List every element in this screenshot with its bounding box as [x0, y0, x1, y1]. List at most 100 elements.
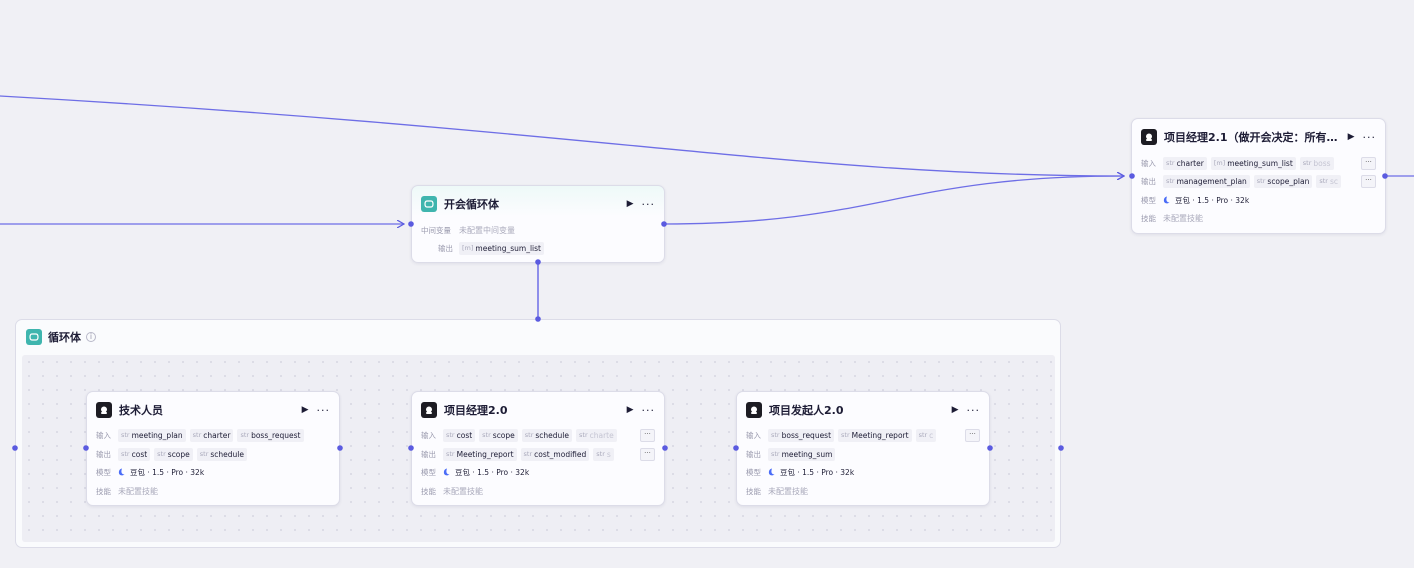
loop-icon: [26, 329, 42, 345]
run-icon[interactable]: ▶: [302, 405, 309, 415]
run-icon[interactable]: ▶: [627, 405, 634, 415]
bot-icon: [96, 402, 112, 418]
input-tag: str boss: [1299, 156, 1334, 170]
tag-text: cost: [456, 430, 473, 440]
node-pm20[interactable]: 项目经理2.0 ▶ ··· 输入 str cost str scope str sch…: [411, 391, 665, 506]
type-badge: str: [524, 431, 534, 439]
model-value: 豆包 · 1.5 · Pro · 32k: [768, 467, 854, 478]
tag-text: Meeting_report: [456, 449, 514, 459]
output-row: 输出 str cost str scope str schedule: [96, 447, 330, 461]
output-label: 输出: [746, 449, 761, 459]
skill-value: 未配置技能: [118, 486, 158, 496]
model-label: 模型: [421, 467, 436, 477]
output-label: 输出: [438, 243, 453, 253]
node-title: 技术人员: [119, 404, 163, 417]
output-label: 输出: [96, 449, 111, 459]
input-tag: str scope: [479, 428, 518, 442]
node-title: 项目发起人2.0: [769, 404, 844, 417]
doubao-logo-icon: [443, 468, 450, 476]
type-badge: str: [1166, 159, 1175, 167]
type-badge: str: [192, 431, 202, 439]
more-icon[interactable]: ···: [967, 404, 981, 417]
node-tech-staff[interactable]: 技术人员 ▶ ··· 输入 str meeting_plan str charter…: [86, 391, 340, 506]
more-inputs-button[interactable]: ···: [640, 428, 655, 442]
more-outputs-button[interactable]: ···: [1361, 174, 1376, 188]
model-name: 豆包 · 1.5 · Pro · 32k: [455, 467, 530, 477]
output-tag: str sc: [1316, 174, 1341, 188]
skill-row: 技能 未配置技能: [746, 484, 980, 498]
model-name: 豆包 · 1.5 · Pro · 32k: [780, 467, 855, 477]
variable-label: 中间变量: [421, 225, 451, 235]
output-row: 输出 str meeting_sum: [746, 447, 980, 461]
more-icon[interactable]: ···: [642, 404, 656, 417]
model-label: 模型: [1141, 195, 1156, 205]
input-label: 输入: [1141, 158, 1156, 168]
tag-text: Meeting_report: [851, 430, 909, 440]
type-badge: str: [523, 450, 533, 458]
output-tag: str cost_modified: [520, 447, 590, 461]
model-name: 豆包 · 1.5 · Pro · 32k: [130, 467, 205, 477]
output-tag: str s: [593, 447, 614, 461]
type-badge: str: [771, 431, 780, 439]
output-label: 输出: [1141, 176, 1156, 186]
input-tag: str charter: [1163, 156, 1207, 170]
more-inputs-button[interactable]: ···: [965, 428, 980, 442]
model-row: 模型 豆包 · 1.5 · Pro · 32k: [421, 465, 655, 479]
tag-text: meeting_plan: [131, 430, 183, 440]
output-tag: str schedule: [196, 447, 248, 461]
model-value: 豆包 · 1.5 · Pro · 32k: [443, 467, 529, 478]
tag-text: scope_plan: [1267, 176, 1310, 186]
more-outputs-button[interactable]: ···: [640, 447, 655, 461]
type-badge: [m]: [462, 244, 474, 252]
tag-text: c: [929, 430, 934, 440]
bot-icon: [746, 402, 762, 418]
type-badge: str: [771, 450, 780, 458]
tag-text: s: [606, 449, 611, 459]
type-badge: str: [1256, 177, 1266, 185]
type-badge: [m]: [1213, 159, 1226, 167]
skill-row: 技能 未配置技能: [96, 484, 330, 498]
output-row: 输出 str management_plan str scope_plan str s…: [1141, 174, 1376, 188]
skill-row: 技能 未配置技能: [421, 484, 655, 498]
output-tag: str Meeting_report: [443, 447, 517, 461]
input-row: 输入 str cost str scope str schedule str chart…: [421, 428, 655, 442]
info-icon[interactable]: i: [86, 332, 96, 342]
run-icon[interactable]: ▶: [1348, 132, 1355, 142]
more-icon[interactable]: ···: [642, 198, 656, 211]
skill-label: 技能: [96, 486, 111, 496]
model-name: 豆包 · 1.5 · Pro · 32k: [1175, 195, 1250, 205]
more-icon[interactable]: ···: [317, 404, 331, 417]
skill-label: 技能: [1141, 213, 1156, 223]
skill-label: 技能: [746, 486, 761, 496]
run-icon[interactable]: ▶: [952, 405, 959, 415]
node-pm21[interactable]: 项目经理2.1（做开会决定：所有… ▶ ··· 输入 str charter [m…: [1131, 118, 1386, 234]
model-row: 模型 豆包 · 1.5 · Pro · 32k: [746, 465, 980, 479]
input-tag: str meeting_plan: [118, 428, 186, 442]
input-row: 输入 str meeting_plan str charter str boss_re…: [96, 428, 330, 442]
doubao-logo-icon: [118, 468, 125, 476]
model-row: 模型 豆包 · 1.5 · Pro · 32k: [1141, 193, 1376, 207]
output-tag: str scope: [154, 447, 193, 461]
variable-value: 未配置中间变量: [459, 225, 515, 235]
type-badge: str: [1302, 159, 1312, 167]
tag-text: charter: [1176, 158, 1204, 168]
tag-text: charte: [589, 430, 614, 440]
input-label: 输入: [746, 430, 761, 440]
node-title: 项目经理2.1（做开会决定：所有…: [1164, 131, 1338, 144]
skill-label: 技能: [421, 486, 436, 496]
node-meeting-loop[interactable]: 开会循环体 ▶ ··· 中间变量 未配置中间变量 输出 [m] meeting_s…: [411, 185, 665, 263]
more-inputs-button[interactable]: ···: [1361, 156, 1376, 170]
type-badge: str: [121, 431, 130, 439]
tag-text: meeting_sum: [781, 449, 833, 459]
more-icon[interactable]: ···: [1363, 131, 1377, 144]
node-header: 技术人员 ▶ ···: [96, 401, 330, 419]
run-icon[interactable]: ▶: [627, 199, 634, 209]
input-tag: str charter: [189, 428, 234, 442]
type-badge: str: [579, 431, 588, 439]
model-row: 模型 豆包 · 1.5 · Pro · 32k: [96, 465, 330, 479]
skill-value: 未配置技能: [768, 486, 808, 496]
model-value: 豆包 · 1.5 · Pro · 32k: [1163, 195, 1249, 206]
input-tag: str boss_request: [237, 428, 304, 442]
node-sponsor[interactable]: 项目发起人2.0 ▶ ··· 输入 str boss_request str Mee…: [736, 391, 990, 506]
type-badge: str: [1166, 177, 1175, 185]
